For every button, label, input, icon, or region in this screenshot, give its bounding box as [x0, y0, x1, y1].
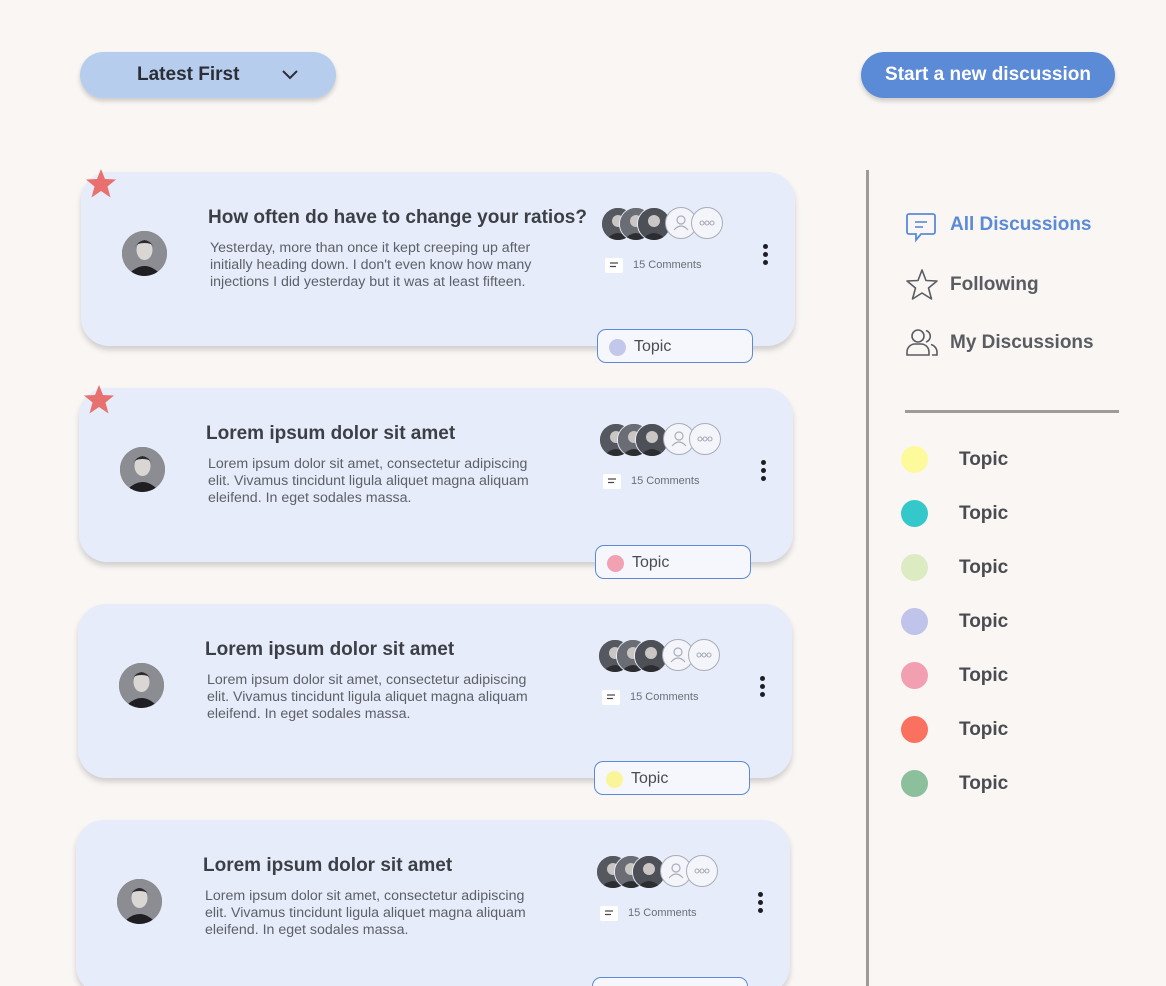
topic-chip[interactable]: Topic [597, 329, 753, 363]
more-participants-icon [686, 855, 718, 887]
topic-filter-label: Topic [959, 611, 1009, 632]
topic-color-dot [901, 446, 928, 473]
star-outline-icon [906, 269, 938, 300]
topic-color-dot [901, 608, 928, 635]
more-options-icon[interactable] [760, 244, 770, 266]
topic-filter-label: Topic [959, 773, 1009, 794]
people-icon [906, 329, 938, 356]
author-avatar[interactable] [120, 447, 165, 492]
topic-chip[interactable]: Topic [594, 761, 750, 795]
discussion-preview: Lorem ipsum dolor sit amet, consectetur … [207, 672, 528, 722]
discussion-title[interactable]: How often do have to change your ratios? [208, 207, 628, 229]
comments-link[interactable]: 15 Comments [605, 256, 701, 274]
participant-avatars[interactable] [596, 855, 721, 889]
topic-filter-label: Topic [959, 503, 1009, 524]
discussion-title[interactable]: Lorem ipsum dolor sit amet [203, 855, 623, 877]
discussion-preview: Yesterday, more than once it kept creepi… [210, 240, 532, 290]
comment-icon [602, 689, 620, 705]
more-participants-icon [689, 423, 721, 455]
topic-color-dot [606, 771, 623, 788]
nav-label: My Discussions [950, 332, 1094, 353]
topic-color-dot [901, 770, 928, 797]
discussion-card[interactable]: Lorem ipsum dolor sit amet Lorem ipsum do… [79, 388, 793, 579]
discussion-card[interactable]: How often do have to change your ratios?… [81, 172, 795, 363]
author-avatar[interactable] [122, 231, 167, 276]
comment-count: 15 Comments [633, 259, 702, 271]
chevron-down-icon [282, 70, 298, 80]
comments-link[interactable]: 15 Comments [600, 904, 696, 922]
topic-color-dot [901, 554, 928, 581]
topic-color-dot [901, 662, 928, 689]
author-avatar[interactable] [119, 663, 164, 708]
topic-chip[interactable]: Topic [592, 977, 748, 986]
more-participants-icon [688, 639, 720, 671]
topic-chip[interactable]: Topic [595, 545, 751, 579]
sort-dropdown[interactable]: Latest First [80, 52, 336, 98]
start-new-discussion-button[interactable]: Start a new discussion [861, 52, 1115, 98]
comment-count: 15 Comments [630, 691, 699, 703]
discussions-page: Latest First Start a new discussion How … [0, 0, 1166, 986]
discussion-preview: Lorem ipsum dolor sit amet, consectetur … [205, 888, 526, 938]
comment-icon [603, 473, 621, 489]
topic-color-dot [609, 339, 626, 356]
topic-chip-label: Topic [634, 338, 672, 355]
more-options-icon[interactable] [758, 460, 768, 482]
topic-filter-label: Topic [959, 719, 1009, 740]
participant-avatars[interactable] [601, 207, 726, 241]
discussion-card[interactable]: Lorem ipsum dolor sit amet Lorem ipsum do… [78, 604, 792, 795]
comment-count: 15 Comments [631, 475, 700, 487]
participant-avatars[interactable] [598, 639, 723, 673]
topic-filter-label: Topic [959, 665, 1009, 686]
discussion-title[interactable]: Lorem ipsum dolor sit amet [206, 423, 626, 445]
comments-link[interactable]: 15 Comments [603, 472, 699, 490]
sidebar-section-divider [905, 410, 1119, 413]
topic-chip-label: Topic [632, 554, 670, 571]
discussion-title[interactable]: Lorem ipsum dolor sit amet [205, 639, 625, 661]
topic-filter-label: Topic [959, 557, 1009, 578]
sidebar-divider [866, 170, 869, 986]
nav-label: Following [950, 274, 1039, 295]
participant-avatars[interactable] [599, 423, 724, 457]
more-participants-icon [691, 207, 723, 239]
chat-bubble-icon [906, 213, 936, 243]
nav-label: All Discussions [950, 214, 1092, 235]
more-options-icon[interactable] [755, 892, 765, 914]
comment-icon [605, 257, 623, 273]
sort-dropdown-label: Latest First [137, 64, 240, 85]
discussion-preview: Lorem ipsum dolor sit amet, consectetur … [208, 456, 529, 506]
topic-chip-label: Topic [631, 770, 669, 787]
topic-color-dot [607, 555, 624, 572]
author-avatar[interactable] [117, 879, 162, 924]
topic-filter-label: Topic [959, 449, 1009, 470]
more-options-icon[interactable] [757, 676, 767, 698]
discussion-card[interactable]: Lorem ipsum dolor sit amet Lorem ipsum do… [76, 820, 790, 986]
comment-icon [600, 905, 618, 921]
starred-icon[interactable] [85, 168, 117, 200]
comments-link[interactable]: 15 Comments [602, 688, 698, 706]
topic-color-dot [901, 500, 928, 527]
starred-icon[interactable] [83, 384, 115, 416]
comment-count: 15 Comments [628, 907, 697, 919]
topic-color-dot [901, 716, 928, 743]
